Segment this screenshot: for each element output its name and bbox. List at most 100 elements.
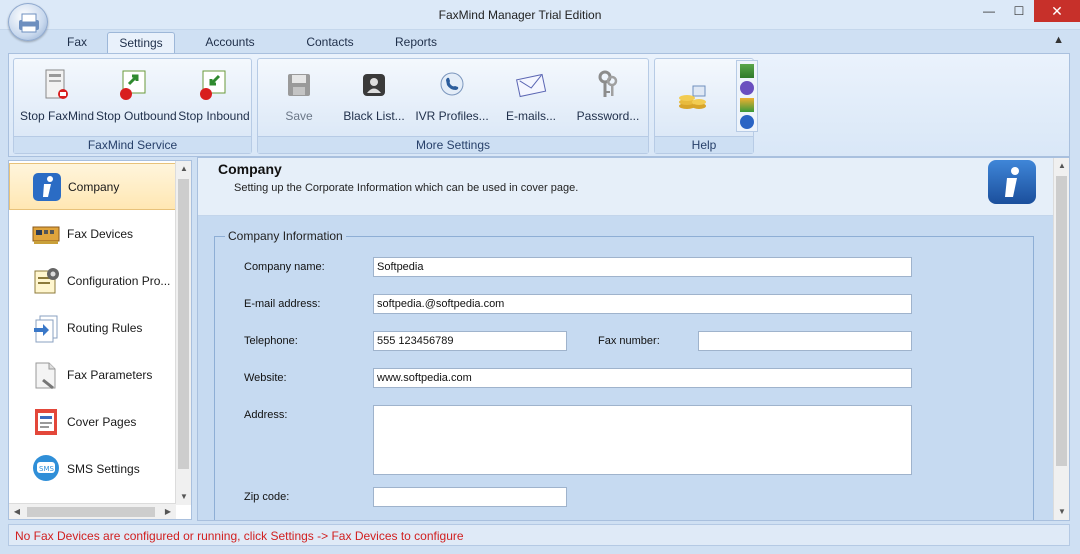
company-info-icon <box>32 172 62 202</box>
routing-rules-icon <box>31 313 61 343</box>
nav-item-company[interactable]: Company <box>9 163 176 210</box>
settings-nav-panel: Company Fax Devices Configuration Pro...… <box>8 160 192 520</box>
stop-inbound-icon <box>197 67 231 103</box>
nav-horizontal-scrollbar[interactable]: ◀ ▶ <box>9 503 176 519</box>
telephone-input[interactable]: 555 123456789 <box>373 331 567 351</box>
coins-icon <box>676 79 710 115</box>
stop-inbound-label: Stop Inbound <box>178 109 250 123</box>
scroll-left-arrow-icon[interactable]: ◀ <box>9 504 25 520</box>
info-icon[interactable] <box>740 115 754 129</box>
fax-number-label: Fax number: <box>598 335 660 347</box>
window-controls: — ☐ ✕ <box>974 0 1080 22</box>
tab-contacts[interactable]: Contacts <box>296 32 364 53</box>
svg-text:SMS: SMS <box>39 465 54 473</box>
scroll-down-arrow-icon[interactable]: ▼ <box>176 489 192 505</box>
app-logo-icon[interactable] <box>8 3 48 41</box>
stop-outbound-icon <box>117 67 151 103</box>
envelope-icon <box>514 67 548 103</box>
ivr-profiles-label: IVR Profiles... <box>415 109 489 123</box>
ribbon-tabs: Fax Settings Accounts Contacts Reports <box>0 30 1080 53</box>
emails-label: E-mails... <box>505 109 556 123</box>
email-label: E-mail address: <box>244 298 321 310</box>
scroll-right-arrow-icon[interactable]: ▶ <box>160 504 176 520</box>
nav-item-routing-rules[interactable]: Routing Rules <box>9 304 176 351</box>
scroll-up-arrow-icon[interactable]: ▲ <box>1054 158 1069 174</box>
buy-license-button[interactable] <box>673 79 713 119</box>
close-button[interactable]: ✕ <box>1034 0 1080 22</box>
status-message[interactable]: No Fax Devices are configured or running… <box>15 529 464 543</box>
password-button[interactable]: Password... <box>574 67 642 131</box>
tab-settings[interactable]: Settings <box>107 32 175 53</box>
stop-faxmind-label: Stop FaxMind <box>20 109 95 123</box>
configuration-gear-icon <box>31 266 61 296</box>
stop-inbound-button[interactable]: Stop Inbound <box>178 67 250 131</box>
nav-item-label: Routing Rules <box>67 320 143 335</box>
tab-reports[interactable]: Reports <box>384 32 448 53</box>
content-vertical-scrollbar[interactable]: ▲ ▼ <box>1053 158 1069 520</box>
emails-button[interactable]: E-mails... <box>502 67 560 131</box>
nav-item-fax-parameters[interactable]: Fax Parameters <box>9 351 176 398</box>
scroll-down-arrow-icon[interactable]: ▼ <box>1054 504 1069 520</box>
company-name-input[interactable]: Softpedia <box>373 257 912 277</box>
email-input[interactable]: softpedia.@softpedia.com <box>373 294 912 314</box>
fax-device-card-icon <box>31 219 61 249</box>
zip-code-label: Zip code: <box>244 491 290 503</box>
help-question-icon[interactable] <box>740 81 754 95</box>
tab-fax[interactable]: Fax <box>52 32 102 53</box>
address-label: Address: <box>244 409 288 421</box>
nav-item-fax-devices[interactable]: Fax Devices <box>9 210 176 257</box>
fax-number-input[interactable] <box>698 331 912 351</box>
stop-outbound-button[interactable]: Stop Outbound <box>96 67 177 131</box>
nav-item-label: Fax Parameters <box>67 367 153 382</box>
info-large-icon <box>988 160 1036 204</box>
save-button[interactable]: Save <box>272 67 326 131</box>
window-title: FaxMind Manager Trial Edition <box>438 8 602 22</box>
ivr-phone-icon <box>435 67 469 103</box>
fax-parameters-icon <box>31 360 61 390</box>
stop-faxmind-button[interactable]: Stop FaxMind <box>20 67 95 131</box>
sms-bubble-icon: SMS <box>31 454 61 484</box>
ribbon: Stop FaxMind Stop Outbound Stop Inbound … <box>8 53 1070 157</box>
ivr-profiles-button[interactable]: IVR Profiles... <box>414 67 490 131</box>
group-more-settings: Save Black List... IVR Profiles... E-mai… <box>257 58 649 154</box>
scroll-up-arrow-icon[interactable]: ▲ <box>176 161 192 177</box>
cover-pages-icon <box>31 407 61 437</box>
address-textarea[interactable] <box>373 405 912 475</box>
section-header: Company Setting up the Corporate Informa… <box>198 158 1054 216</box>
nav-item-label: Cover Pages <box>67 414 137 429</box>
black-list-button[interactable]: Black List... <box>340 67 408 131</box>
nav-item-label: SMS Settings <box>67 461 140 476</box>
company-information-group: Company Information Company name: Softpe… <box>214 229 1034 520</box>
password-label: Password... <box>576 109 640 123</box>
nav-item-sms-settings[interactable]: SMS SMS Settings <box>9 445 176 492</box>
zip-code-input[interactable] <box>373 487 567 507</box>
section-description: Setting up the Corporate Information whi… <box>234 182 579 194</box>
status-bar: No Fax Devices are configured or running… <box>8 524 1070 546</box>
nav-item-cover-pages[interactable]: Cover Pages <box>9 398 176 445</box>
company-name-label: Company name: <box>244 261 325 273</box>
section-title: Company <box>218 161 282 177</box>
download-update-icon[interactable] <box>740 98 754 112</box>
nav-item-label: Company <box>68 179 120 194</box>
stop-service-icon <box>39 67 73 103</box>
collapse-ribbon-button[interactable]: ▲ <box>1053 34 1064 46</box>
nav-item-configuration-profiles[interactable]: Configuration Pro... <box>9 257 176 304</box>
minimize-button[interactable]: — <box>974 0 1004 22</box>
group-label-faxmind-service: FaxMind Service <box>14 136 251 153</box>
group-label-more-settings: More Settings <box>258 136 648 153</box>
tab-accounts[interactable]: Accounts <box>196 32 264 53</box>
help-mini-toolbar <box>736 60 758 132</box>
website-label: Website: <box>244 372 287 384</box>
scroll-thumb[interactable] <box>178 179 189 469</box>
keys-icon <box>591 67 625 103</box>
save-label: Save <box>285 109 313 123</box>
website-input[interactable]: www.softpedia.com <box>373 368 912 388</box>
scroll-thumb[interactable] <box>27 507 155 517</box>
scroll-thumb[interactable] <box>1056 176 1067 466</box>
nav-vertical-scrollbar[interactable]: ▲ ▼ <box>175 161 191 505</box>
nav-item-label: Configuration Pro... <box>67 273 171 288</box>
maximize-button[interactable]: ☐ <box>1004 0 1034 22</box>
nav-item-label: Fax Devices <box>67 226 134 241</box>
home-icon[interactable] <box>740 64 754 78</box>
black-list-label: Black List... <box>343 109 405 123</box>
